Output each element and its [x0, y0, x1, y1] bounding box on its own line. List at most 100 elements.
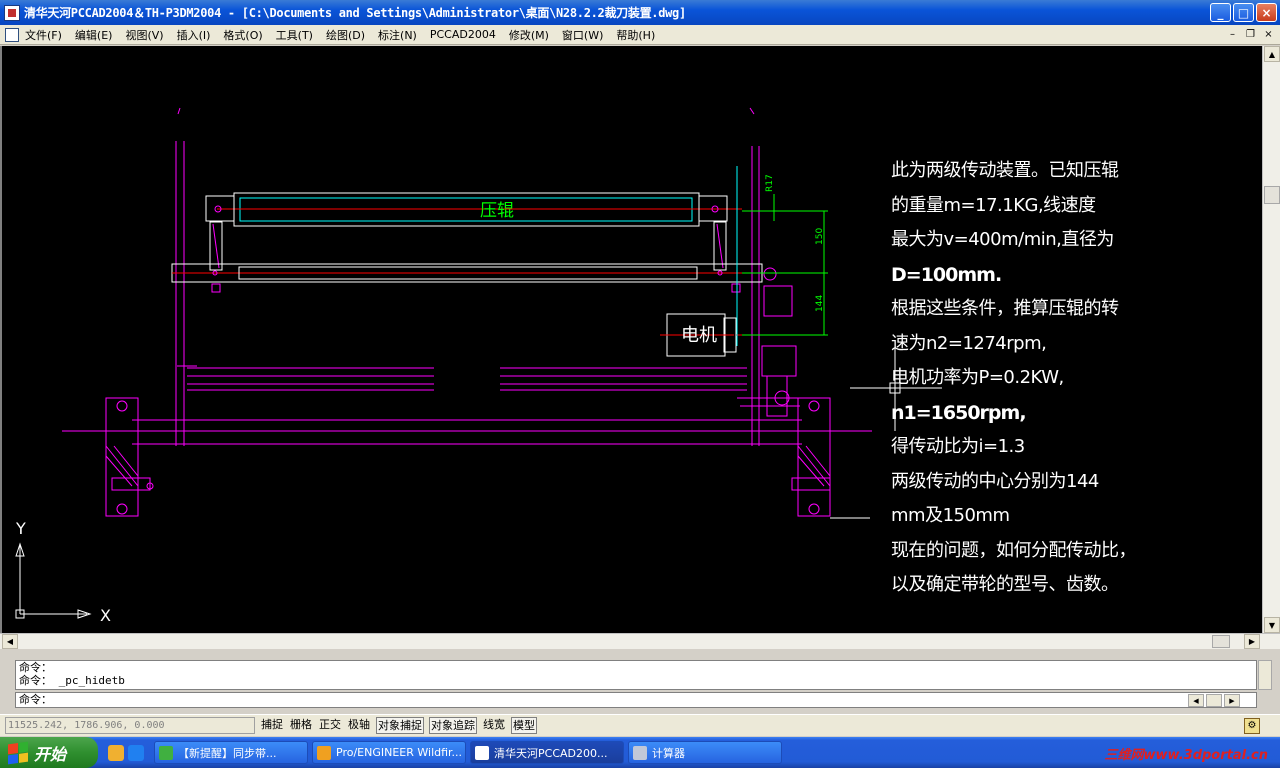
osnap-toggle[interactable]: 对象捕捉: [376, 717, 424, 734]
menu-edit[interactable]: 编辑(E): [75, 27, 113, 43]
scroll-down-icon[interactable]: ▼: [1264, 617, 1280, 633]
tray-settings-icon[interactable]: ⚙: [1244, 718, 1260, 734]
snap-toggle[interactable]: 捕捉: [260, 717, 284, 734]
quick-launch-icon[interactable]: [128, 744, 144, 761]
proe-icon: [317, 745, 331, 760]
scroll-up-icon[interactable]: ▲: [1264, 46, 1280, 62]
note-line: mm及150mm: [891, 505, 1010, 526]
horizontal-scrollbar[interactable]: ◀ ▶: [0, 633, 1280, 649]
note-line: 以及确定带轮的型号、齿数。: [891, 574, 1119, 595]
window-controls: _ □ ×: [1210, 3, 1277, 22]
note-line: 得传动比为i=1.3: [891, 436, 1025, 457]
menu-bar: 文件(F) 编辑(E) 视图(V) 插入(I) 格式(O) 工具(T) 绘图(D…: [0, 25, 1280, 45]
taskbar-item-proe[interactable]: Pro/ENGINEER Wildfir...: [312, 741, 466, 764]
doc-close-button[interactable]: ×: [1261, 27, 1276, 41]
taskbar: 开始 【新提醒】同步带... Pro/ENGINEER Wildfir... 清…: [0, 737, 1280, 768]
dimensions: [736, 166, 828, 346]
minimize-button[interactable]: _: [1210, 3, 1231, 22]
coordinate-readout: 11525.242, 1786.906, 0.000: [5, 717, 255, 734]
title-bar[interactable]: 清华天河PCCAD2004＆TH-P3DM2004 - [C:\Document…: [0, 0, 1280, 25]
note-line: n1=1650rpm,: [891, 401, 1027, 424]
note-line: 电机功率为P=0.2KW,: [891, 367, 1064, 388]
app-window: 清华天河PCCAD2004＆TH-P3DM2004 - [C:\Document…: [0, 0, 1280, 768]
menu-modify[interactable]: 修改(M): [509, 27, 549, 43]
note-line: 两级传动的中心分别为144: [891, 470, 1099, 492]
dimension-r17: R17: [765, 174, 775, 192]
left-support: [105, 397, 154, 517]
start-button[interactable]: 开始: [0, 737, 98, 768]
pccad-icon: [475, 745, 489, 760]
scroll-right-icon[interactable]: ▶: [1244, 634, 1260, 649]
ucs-y-label: Y: [15, 519, 26, 538]
roller-body: [205, 192, 742, 271]
command-input[interactable]: 命令：: [15, 692, 1257, 708]
taskbar-item-calculator[interactable]: 计算器: [628, 741, 782, 764]
command-scroll-right-icon[interactable]: ▶: [1224, 694, 1240, 707]
windows-logo-icon: [8, 741, 28, 764]
command-scroll-thumb[interactable]: [1206, 694, 1222, 707]
taskbar-item-forum[interactable]: 【新提醒】同步带...: [154, 741, 308, 764]
lower-shaft: [171, 263, 774, 293]
ortho-toggle[interactable]: 正交: [318, 717, 342, 734]
browser-icon: [159, 745, 173, 760]
menu-insert[interactable]: 插入(I): [177, 27, 211, 43]
menu-view[interactable]: 视图(V): [125, 27, 163, 43]
drive-assembly: [737, 267, 802, 417]
quick-launch: [108, 744, 144, 761]
window-title: 清华天河PCCAD2004＆TH-P3DM2004 - [C:\Document…: [24, 6, 686, 20]
taskbar-item-label: 清华天河PCCAD200...: [494, 746, 608, 760]
right-support: [791, 397, 870, 519]
motor-label: 电机: [681, 325, 717, 346]
command-history[interactable]: 命令： 命令： _pc_hidetb: [15, 660, 1257, 690]
start-label: 开始: [34, 744, 67, 764]
note-line: 速为n2=1274rpm,: [891, 332, 1047, 354]
menu-pccad[interactable]: PCCAD2004: [430, 28, 496, 41]
note-line: 现在的问题，如何分配传动比，: [891, 539, 1137, 561]
note-line: 最大为v=400m/min,直径为: [891, 229, 1114, 250]
status-bar: 11525.242, 1786.906, 0.000 捕捉 栅格 正交 极轴 对…: [0, 714, 1280, 736]
vertical-scrollbar[interactable]: ▲ ▼: [1262, 46, 1280, 633]
grid-toggle[interactable]: 栅格: [289, 717, 313, 734]
taskbar-item-label: Pro/ENGINEER Wildfir...: [336, 746, 463, 759]
polar-toggle[interactable]: 极轴: [347, 717, 371, 734]
menu-dimension[interactable]: 标注(N): [378, 27, 417, 43]
close-button[interactable]: ×: [1256, 3, 1277, 22]
model-toggle[interactable]: 模型: [511, 717, 537, 734]
menu-help[interactable]: 帮助(H): [616, 27, 655, 43]
quick-launch-icon[interactable]: [108, 744, 124, 761]
drawing-notes: 此为两级传动装置。已知压辊 的重量m=17.1KG,线速度 最大为v=400m/…: [891, 154, 1137, 603]
menu-format[interactable]: 格式(O): [223, 27, 262, 43]
ucs-x-label: X: [100, 606, 111, 625]
dimension-150: 150: [815, 228, 825, 245]
taskbar-item-label: 计算器: [652, 746, 685, 760]
app-icon[interactable]: [4, 4, 20, 21]
menu-tools[interactable]: 工具(T): [276, 27, 313, 43]
command-hscroll[interactable]: ◀ ▶: [1188, 694, 1254, 707]
note-line: D=100mm.: [891, 263, 1002, 286]
left-frame: [175, 107, 197, 446]
calculator-icon: [633, 745, 647, 760]
drawing-canvas[interactable]: 压辊 电机 R17 150 144 Y X 此为两级传动装置。已知压辊 的重量m…: [0, 46, 1262, 633]
horizontal-scroll-thumb[interactable]: [1212, 635, 1230, 648]
site-watermark: 三维网www.3dportal.cn: [1104, 748, 1268, 763]
document-icon[interactable]: [5, 27, 19, 42]
vertical-scroll-thumb[interactable]: [1264, 186, 1280, 204]
menu-window[interactable]: 窗口(W): [562, 27, 603, 43]
ucs-icon: [15, 542, 92, 619]
command-scrollbar[interactable]: [1258, 660, 1272, 690]
menu-draw[interactable]: 绘图(D): [326, 27, 365, 43]
roller-label: 压辊: [480, 201, 514, 221]
maximize-button[interactable]: □: [1233, 3, 1254, 22]
command-history-line: 命令：: [19, 661, 52, 674]
lineweight-toggle[interactable]: 线宽: [482, 717, 506, 734]
doc-minimize-button[interactable]: –: [1225, 27, 1240, 41]
taskbar-item-pccad[interactable]: 清华天河PCCAD200...: [470, 741, 624, 764]
menu-file[interactable]: 文件(F): [25, 27, 62, 43]
command-scroll-left-icon[interactable]: ◀: [1188, 694, 1204, 707]
note-line: 根据这些条件，推算压辊的转: [891, 298, 1119, 319]
otrack-toggle[interactable]: 对象追踪: [429, 717, 477, 734]
note-line: 此为两级传动装置。已知压辊: [891, 160, 1119, 181]
doc-restore-button[interactable]: ❐: [1243, 27, 1258, 41]
scroll-left-icon[interactable]: ◀: [2, 634, 18, 649]
dimension-144: 144: [815, 295, 825, 312]
